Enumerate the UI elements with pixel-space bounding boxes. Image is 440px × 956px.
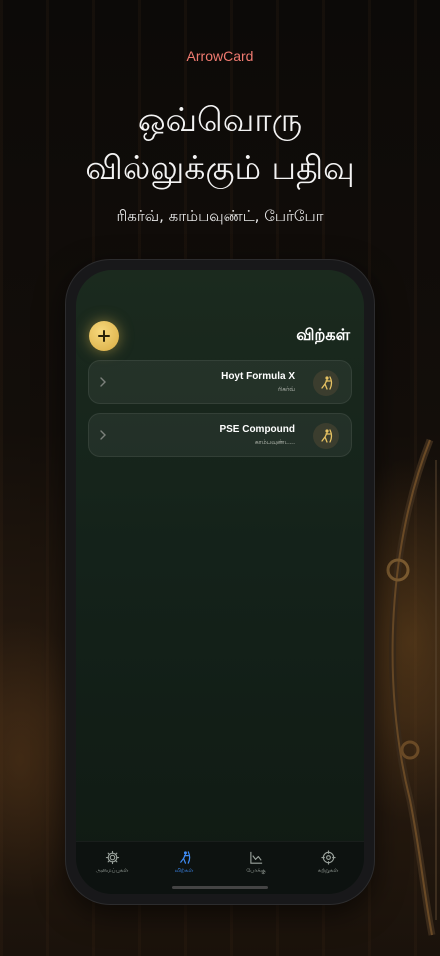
headline: ஒவ்வொரு வில்லுக்கும் பதிவு [0, 96, 440, 192]
tab-settings[interactable]: அமைப்புகள் [76, 842, 148, 894]
tab-label: சுற்றுகள் [317, 868, 339, 874]
app-brand: ArrowCard [186, 48, 254, 64]
headline-line-2: வில்லுக்கும் பதிவு [85, 148, 355, 187]
phone-mockup: விற்கள் Hoyt Formula X ரிகர்வ் PSE Compo… [66, 260, 374, 904]
archer-icon [179, 851, 190, 864]
home-indicator [172, 886, 268, 889]
bow-type: ரிகர்வ் [277, 386, 295, 393]
chevron-right-icon [100, 430, 106, 440]
phone-screen: விற்கள் Hoyt Formula X ரிகர்வ் PSE Compo… [76, 270, 364, 894]
tab-label: விற்கள் [174, 868, 194, 874]
plus-icon [98, 330, 110, 342]
chevron-right-icon [100, 377, 106, 387]
trend-chart-icon [249, 851, 262, 864]
tagline: ரிகர்வ், காம்பவுண்ட், பேர்போ [116, 207, 324, 225]
target-icon [320, 850, 336, 865]
bow-name: Hoyt Formula X [221, 371, 295, 382]
tab-label: போக்கு [246, 868, 266, 874]
compound-bow-silhouette [386, 438, 437, 936]
add-bow-button[interactable] [89, 321, 119, 351]
bow-name: PSE Compound [219, 424, 295, 435]
page-title: விற்கள் [296, 325, 350, 344]
headline-line-1: ஒவ்வொரு [137, 100, 303, 139]
bow-type: காம்பவுண்ட... [254, 439, 295, 446]
gear-icon [105, 850, 119, 865]
tab-rounds[interactable]: சுற்றுகள் [292, 842, 364, 894]
bow-list-item[interactable]: PSE Compound காம்பவுண்ட... [88, 413, 352, 457]
tab-bar: அமைப்புகள் விற்கள் போக்கு சுற்றுகள் [76, 841, 364, 894]
archer-icon [313, 370, 339, 396]
bow-list-item[interactable]: Hoyt Formula X ரிகர்வ் [88, 360, 352, 404]
archer-icon [313, 423, 339, 449]
tab-label: அமைப்புகள் [95, 868, 129, 874]
